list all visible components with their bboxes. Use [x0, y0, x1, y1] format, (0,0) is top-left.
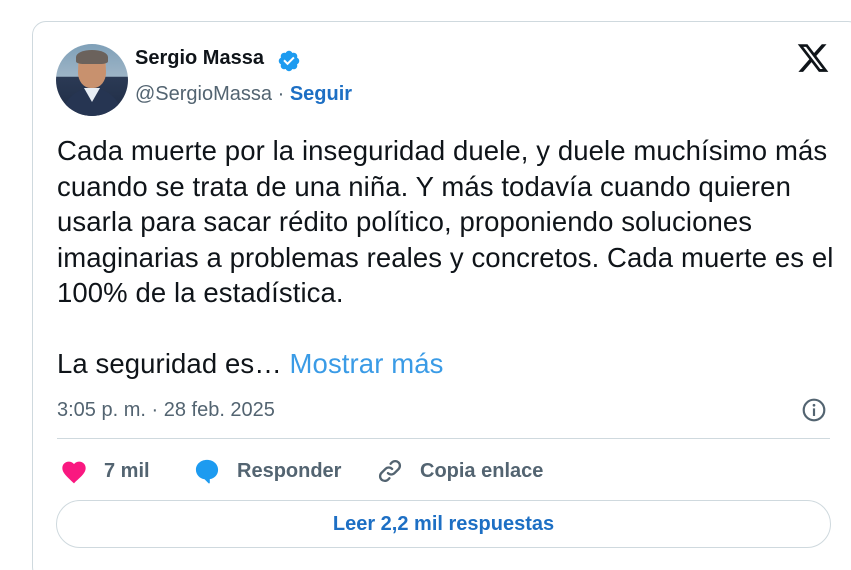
- tweet-truncated-text: La seguridad es…: [57, 348, 290, 379]
- author-handle[interactable]: @SergioMassa: [135, 83, 272, 105]
- copy-link-button[interactable]: Copia enlace: [376, 456, 543, 486]
- separator: ·: [272, 83, 290, 105]
- avatar[interactable]: [56, 44, 128, 116]
- divider: [57, 438, 830, 439]
- heart-icon: [62, 461, 86, 484]
- read-replies-button[interactable]: Leer 2,2 mil respuestas: [56, 500, 831, 548]
- verified-badge-icon: [278, 50, 300, 72]
- link-icon: [378, 459, 402, 483]
- speech-bubble-icon: [195, 459, 219, 484]
- copy-link-label: Copia enlace: [420, 459, 544, 482]
- tweet-paragraph-2: La seguridad es… Mostrar más: [57, 346, 837, 382]
- reply-button[interactable]: Responder: [193, 456, 341, 486]
- like-count: 7 mil: [104, 459, 150, 482]
- timestamp[interactable]: 3:05 p. m. · 28 feb. 2025: [57, 399, 275, 422]
- follow-button[interactable]: Seguir: [290, 83, 352, 105]
- tweet-text: Cada muerte por la inseguridad duele, y …: [57, 133, 837, 382]
- info-icon[interactable]: [801, 397, 827, 423]
- reply-label: Responder: [237, 459, 342, 482]
- x-logo-icon[interactable]: [796, 41, 830, 75]
- show-more-link[interactable]: Mostrar más: [290, 348, 444, 379]
- like-button[interactable]: 7 mil: [60, 456, 150, 486]
- tweet-paragraph-1: Cada muerte por la inseguridad duele, y …: [57, 135, 834, 308]
- author-name[interactable]: Sergio Massa: [135, 47, 264, 70]
- handle-row: @SergioMassa · Seguir: [135, 83, 352, 106]
